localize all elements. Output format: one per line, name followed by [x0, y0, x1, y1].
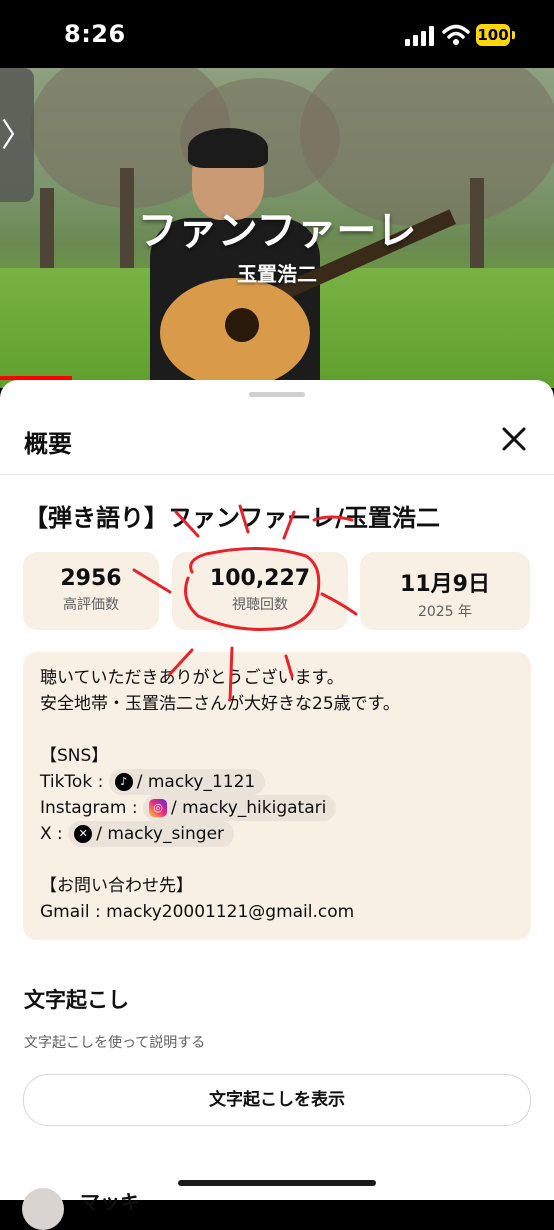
x-handle: / macky_singer — [96, 824, 225, 844]
video-overlay-title: ファンファーレ — [137, 207, 417, 254]
x-label: X : — [40, 824, 63, 844]
instagram-row: Instagram : ◎ / macky_hikigatari — [40, 795, 337, 821]
instagram-handle: / macky_hikigatari — [171, 798, 327, 818]
sns-header: 【SNS】 — [40, 746, 109, 766]
description-line: 聴いていただきありがとうございます。 — [40, 668, 344, 688]
x-icon: ✕ — [74, 825, 93, 843]
tiktok-row: TikTok : ♪ / macky_1121 — [40, 769, 266, 795]
home-indicator[interactable] — [178, 1180, 376, 1186]
show-transcript-button[interactable]: 文字起こしを表示 — [23, 1074, 531, 1126]
status-time: 8:26 — [64, 20, 126, 48]
divider — [0, 474, 554, 475]
avatar[interactable] — [22, 1188, 64, 1230]
tiktok-label: TikTok : — [40, 772, 104, 792]
instagram-label: Instagram : — [40, 798, 138, 818]
wifi-icon — [442, 24, 470, 45]
sheet-drag-handle[interactable] — [249, 392, 305, 397]
stat-label: 高評価数 — [63, 597, 119, 613]
channel-name[interactable]: マッキ — [80, 1186, 140, 1215]
stat-label: 2025 年 — [417, 604, 473, 620]
tiktok-icon: ♪ — [114, 773, 133, 791]
stat-label: 視聴回数 — [232, 597, 288, 613]
description-box: 聴いていただきありがとうございます。 安全地帯・玉置浩二さんが大好きな25歳です… — [23, 652, 531, 940]
tiktok-handle: / macky_1121 — [136, 772, 256, 792]
collapse-tab[interactable]: 〉 — [0, 68, 34, 202]
instagram-icon: ◎ — [149, 799, 168, 817]
video-player[interactable]: ファンファーレ 玉置浩二 — [0, 68, 554, 388]
status-bar: 8:26 100 — [0, 0, 554, 68]
sheet-title: 概要 — [24, 430, 72, 458]
close-icon[interactable] — [500, 425, 528, 453]
cellular-signal-icon — [405, 26, 434, 46]
video-title: 【弾き語り】ファンファーレ/玉置浩二 — [24, 504, 441, 532]
transcript-description: 文字起こしを使って説明する — [24, 1035, 206, 1051]
chevron-right-icon: 〉 — [0, 116, 33, 154]
stat-likes: 2956 高評価数 — [23, 552, 159, 630]
description-line: 安全地帯・玉置浩二さんが大好きな25歳です。 — [40, 694, 400, 714]
video-overlay-subtitle: 玉置浩二 — [237, 262, 317, 286]
tiktok-link[interactable]: ♪ / macky_1121 — [108, 769, 266, 795]
stat-value: 100,227 — [209, 566, 311, 591]
transcript-title: 文字起こし — [24, 988, 129, 1012]
stat-date: 11月9日 2025 年 — [360, 552, 530, 630]
x-row: X : ✕ / macky_singer — [40, 821, 235, 847]
stat-value: 11月9日 — [400, 572, 490, 597]
battery-indicator: 100 — [476, 24, 516, 46]
contact-header: 【お問い合わせ先】 — [40, 876, 193, 896]
gmail-line[interactable]: Gmail : macky20001121@gmail.com — [40, 900, 354, 924]
battery-level: 100 — [476, 24, 510, 46]
stat-value: 2956 — [60, 566, 122, 591]
x-link[interactable]: ✕ / macky_singer — [68, 821, 235, 847]
description-sheet: 概要 【弾き語り】ファンファーレ/玉置浩二 2956 高評価数 100,227 … — [0, 380, 554, 1230]
instagram-link[interactable]: ◎ / macky_hikigatari — [143, 795, 337, 821]
stat-views: 100,227 視聴回数 — [172, 552, 348, 630]
